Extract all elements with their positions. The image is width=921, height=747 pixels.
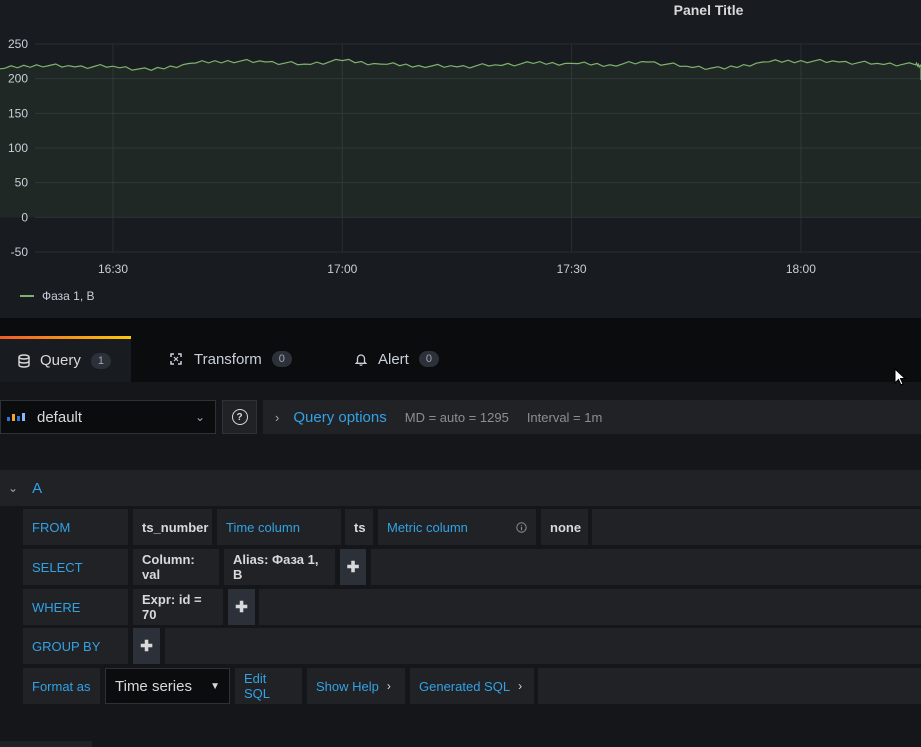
group-by-keyword: GROUP BY bbox=[23, 628, 128, 664]
chevron-down-icon: ⌄ bbox=[194, 410, 205, 424]
tab-transform[interactable]: Transform 0 bbox=[150, 336, 310, 382]
time-series-chart: 250200150100500-50 16:3017:0017:3018:001… bbox=[0, 37, 921, 276]
plus-icon: ✚ bbox=[235, 599, 248, 616]
query-row-header[interactable]: ⌄ A bbox=[0, 470, 921, 506]
max-data-points-info: MD = auto = 1295 bbox=[404, 409, 509, 425]
tab-alert[interactable]: Alert 0 bbox=[336, 336, 457, 382]
from-table[interactable]: ts_number bbox=[133, 509, 212, 545]
x-tick-label: 18:00 bbox=[786, 262, 816, 276]
select-alias[interactable]: Alias: Фаза 1, В bbox=[224, 549, 335, 585]
where-expr[interactable]: Expr: id = 70 bbox=[133, 589, 223, 625]
metric-column-value[interactable]: none bbox=[541, 509, 588, 545]
time-column-keyword: Time column bbox=[217, 509, 341, 545]
generated-sql-label: Generated SQL bbox=[419, 678, 511, 694]
metric-column-keyword: Metric column bbox=[378, 509, 536, 545]
from-keyword: FROM bbox=[23, 509, 128, 545]
y-tick-label: 200 bbox=[8, 72, 28, 86]
datasource-select[interactable]: default ⌄ bbox=[0, 400, 216, 434]
info-icon[interactable] bbox=[516, 521, 527, 533]
row-filler bbox=[371, 549, 921, 585]
tab-transform-count: 0 bbox=[271, 351, 292, 367]
caret-down-icon: ▼ bbox=[210, 680, 220, 692]
tab-transform-label: Transform bbox=[194, 350, 262, 368]
plus-icon: ✚ bbox=[140, 638, 153, 655]
edit-sql-button[interactable]: Edit SQL bbox=[235, 668, 302, 704]
y-tick-label: 0 bbox=[21, 210, 28, 224]
row-filler bbox=[259, 589, 921, 625]
x-tick-label: 17:00 bbox=[327, 262, 357, 276]
series-area-fill bbox=[0, 59, 921, 218]
show-help-button[interactable]: Show Help › bbox=[307, 668, 405, 704]
row-filler bbox=[592, 509, 921, 545]
y-tick-label: 100 bbox=[8, 141, 28, 155]
y-tick-label: -50 bbox=[11, 245, 29, 259]
format-keyword: Format as bbox=[23, 668, 100, 704]
y-tick-label: 250 bbox=[8, 37, 28, 51]
select-column[interactable]: Column: val bbox=[133, 549, 219, 585]
where-keyword: WHERE bbox=[23, 589, 128, 625]
datasource-logo-icon bbox=[7, 413, 27, 421]
plus-icon: ✚ bbox=[346, 559, 360, 576]
metric-column-label: Metric column bbox=[387, 519, 468, 535]
time-column-value[interactable]: ts bbox=[345, 509, 373, 545]
tab-query-count: 1 bbox=[90, 352, 111, 369]
editor-tab-bar bbox=[0, 324, 921, 382]
tab-alert-count: 0 bbox=[418, 351, 439, 367]
bell-icon bbox=[354, 354, 368, 366]
y-tick-label: 50 bbox=[15, 176, 29, 190]
add-where-button[interactable]: ✚ bbox=[228, 589, 255, 625]
add-group-by-button[interactable]: ✚ bbox=[133, 628, 160, 664]
panel-title[interactable]: Panel Title bbox=[0, 2, 921, 18]
row-filler bbox=[165, 628, 921, 664]
transform-icon bbox=[170, 353, 182, 365]
format-value: Time series bbox=[115, 677, 192, 695]
generated-sql-button[interactable]: Generated SQL › bbox=[410, 668, 534, 704]
query-ref-id[interactable]: A bbox=[32, 480, 42, 497]
datasource-name: default bbox=[37, 408, 83, 426]
question-icon: ? bbox=[231, 409, 248, 425]
query-options-title[interactable]: Query options bbox=[293, 409, 386, 426]
select-keyword: SELECT bbox=[23, 549, 128, 585]
chevron-right-icon: › bbox=[518, 679, 523, 693]
format-select[interactable]: Time series ▼ bbox=[105, 668, 230, 704]
help-button[interactable]: ? bbox=[222, 400, 257, 434]
tab-query[interactable]: Query 1 bbox=[0, 336, 131, 382]
tab-query-label: Query bbox=[40, 352, 81, 369]
x-tick-label: 17:30 bbox=[557, 262, 587, 276]
interval-info: Interval = 1m bbox=[526, 409, 603, 425]
legend-swatch bbox=[20, 295, 34, 297]
x-axis-ticks: 16:3017:0017:3018:0018:3019:0019:3020:0 bbox=[98, 262, 816, 276]
y-tick-label: 150 bbox=[8, 106, 28, 120]
database-icon bbox=[18, 353, 30, 368]
chevron-right-icon: › bbox=[275, 409, 280, 425]
add-select-button[interactable]: ✚ bbox=[340, 549, 366, 585]
row-filler bbox=[538, 668, 921, 704]
x-tick-label: 16:30 bbox=[98, 262, 128, 276]
query-options-bar[interactable]: › Query options MD = auto = 1295 Interva… bbox=[263, 400, 921, 434]
chevron-down-icon[interactable]: ⌄ bbox=[8, 481, 18, 495]
mouse-cursor-icon bbox=[894, 368, 907, 386]
legend[interactable]: Фаза 1, В bbox=[20, 289, 95, 303]
legend-label[interactable]: Фаза 1, В bbox=[42, 289, 95, 303]
tab-alert-label: Alert bbox=[378, 350, 409, 368]
add-query-button-edge[interactable] bbox=[0, 741, 92, 747]
chevron-right-icon: › bbox=[386, 679, 391, 693]
show-help-label: Show Help bbox=[316, 678, 379, 694]
